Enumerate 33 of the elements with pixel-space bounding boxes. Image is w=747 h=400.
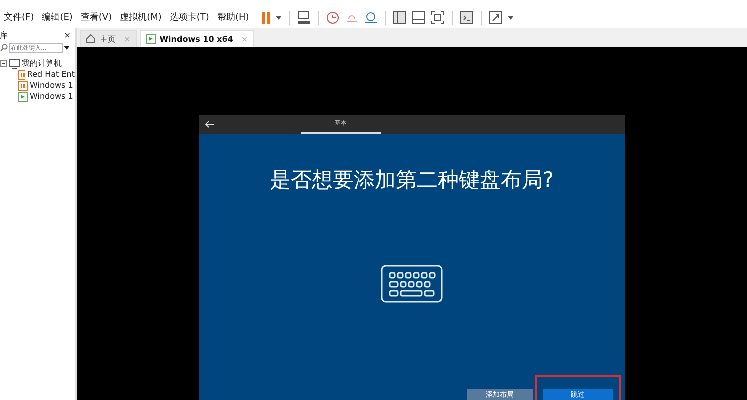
menu-item[interactable]: 文件(F): [0, 11, 38, 24]
tab[interactable]: Windows 10 x64 ×: [140, 30, 254, 47]
home-icon: [86, 34, 96, 44]
tree-item[interactable]: Windows 1: [30, 92, 74, 101]
stretch-icon[interactable]: [489, 10, 504, 24]
menu-item[interactable]: 帮助(H): [213, 11, 254, 24]
setup-heading: 是否想要添加第二种键盘布局?: [270, 167, 554, 194]
tab[interactable]: 主页 ×: [80, 30, 137, 47]
computer-icon[interactable]: [297, 10, 312, 24]
pause-icon[interactable]: [261, 10, 272, 24]
collapse-icon[interactable]: [0, 60, 7, 67]
tree-item[interactable]: 我的计算机: [22, 58, 62, 69]
menu-item[interactable]: 虚拟机(M): [116, 11, 166, 24]
caret-icon[interactable]: [64, 46, 70, 50]
back-arrow-icon[interactable]: [205, 121, 214, 128]
console-icon[interactable]: [460, 10, 474, 24]
tree-item[interactable]: Windows 1: [30, 81, 74, 90]
menu-item[interactable]: 编辑(E): [38, 11, 77, 24]
menu-item[interactable]: 选项卡(T): [166, 11, 214, 24]
computer-icon: [9, 58, 20, 68]
caret-icon[interactable]: [508, 16, 514, 20]
fullscreen-icon[interactable]: [431, 10, 446, 24]
tree-item[interactable]: Red Hat Ent: [27, 70, 75, 79]
vm-icon: [146, 34, 156, 44]
clock-icon[interactable]: [326, 10, 340, 24]
search-icon: [0, 44, 8, 52]
keyboard-icon: [381, 265, 443, 303]
library-title: 库: [0, 30, 8, 40]
close-icon[interactable]: ×: [64, 30, 71, 40]
menu-item[interactable]: 查看(V): [76, 11, 116, 24]
panel-view-icon[interactable]: [412, 10, 426, 24]
sidebar-view-icon[interactable]: [393, 10, 408, 24]
caret-icon[interactable]: [276, 16, 282, 20]
